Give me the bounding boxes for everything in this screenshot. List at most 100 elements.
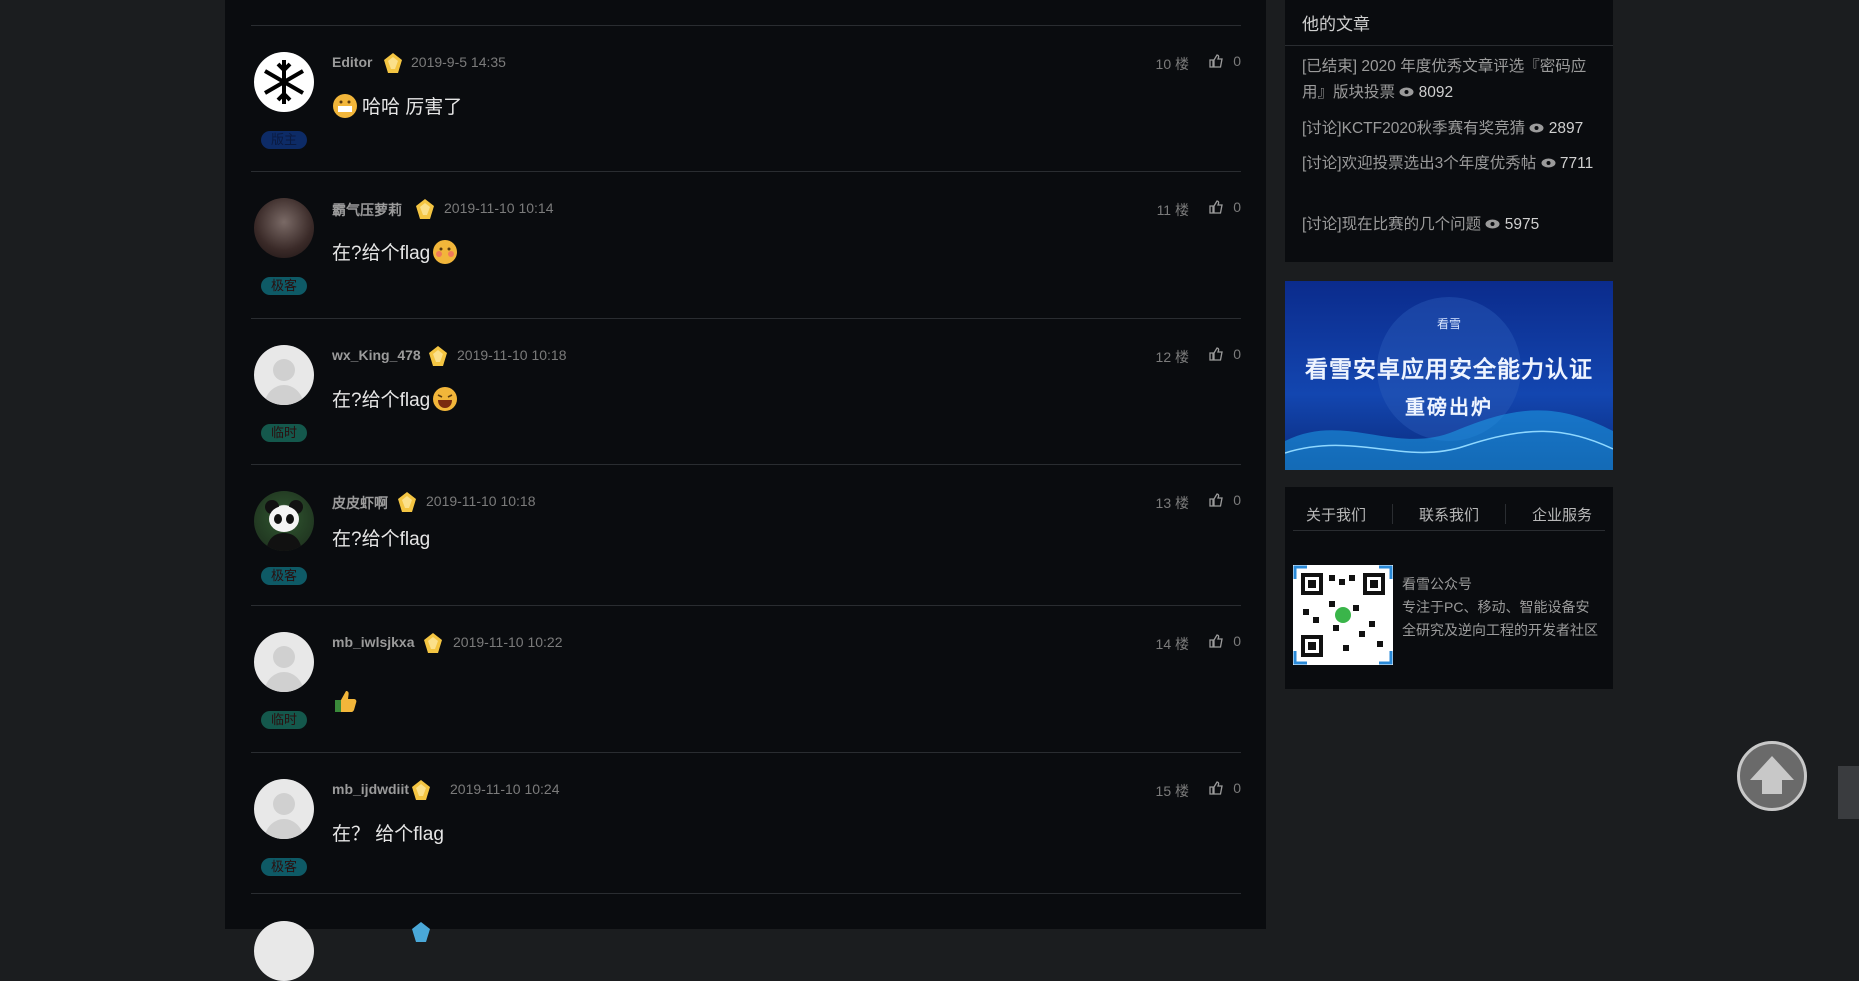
article-link[interactable]: [已结束] 2020 年度优秀文章评选『密码应用』版块投票 8092 xyxy=(1302,54,1602,106)
eye-icon xyxy=(1529,123,1544,133)
wechat-title: 看雪公众号 xyxy=(1402,576,1472,592)
post-item: 极客 霸气压萝莉 2019-11-10 10:14 11 楼 0 在?给个fla… xyxy=(251,171,1241,319)
username[interactable]: wx_King_478 xyxy=(332,347,421,363)
post-content xyxy=(332,688,358,714)
panda-avatar-icon xyxy=(265,500,303,551)
username[interactable]: Editor xyxy=(332,54,372,70)
post-date: 2019-11-10 10:14 xyxy=(444,200,554,216)
back-to-top-icon xyxy=(1750,756,1794,794)
eye-icon xyxy=(1399,87,1414,97)
author-articles-panel: 他的文章 [已结束] 2020 年度优秀文章评选『密码应用』版块投票 8092 … xyxy=(1285,0,1613,262)
like-button[interactable]: 0 xyxy=(1209,346,1241,362)
snowflake-logo-icon xyxy=(263,60,305,104)
thumbs-up-icon xyxy=(1209,781,1223,795)
footer-links: 关于我们 联系我们 企业服务 xyxy=(1293,498,1605,531)
qr-code xyxy=(1293,565,1393,665)
floor-number: 15 楼 xyxy=(1155,783,1189,799)
enterprise-service-link[interactable]: 企业服务 xyxy=(1532,504,1592,525)
post-item xyxy=(251,893,1241,981)
medal-icon xyxy=(424,633,442,653)
about-us-link[interactable]: 关于我们 xyxy=(1306,504,1366,525)
medal-icon xyxy=(398,492,416,512)
panel-title: 他的文章 xyxy=(1285,0,1613,46)
view-count: 5975 xyxy=(1504,216,1540,233)
avatar[interactable] xyxy=(254,921,314,981)
role-badge: 临时 xyxy=(261,711,307,729)
wechat-info: 看雪公众号 专注于PC、移动、智能设备安全研究及逆向工程的开发者社区 xyxy=(1402,573,1602,642)
wechat-description: 专注于PC、移动、智能设备安全研究及逆向工程的开发者社区 xyxy=(1402,599,1598,638)
username[interactable]: mb_iwlsjkxa xyxy=(332,634,415,650)
floor-number: 14 楼 xyxy=(1155,636,1189,652)
medal-icon xyxy=(416,199,434,219)
floor-number: 13 楼 xyxy=(1155,495,1189,511)
back-to-top-button[interactable] xyxy=(1737,741,1807,811)
view-count: 8092 xyxy=(1418,84,1454,101)
scrollbar-thumb[interactable] xyxy=(1838,766,1859,819)
like-button[interactable]: 0 xyxy=(1209,53,1241,69)
role-badge: 版主 xyxy=(261,131,307,149)
eye-icon xyxy=(1485,219,1500,229)
post-item: 版主 Editor 2019-9-5 14:35 10 楼 0 哈哈 厉害了 xyxy=(251,25,1241,172)
blush-emoji-icon xyxy=(433,239,458,264)
banner-logo: 看雪 xyxy=(1436,317,1461,331)
thumbs-up-emoji-icon xyxy=(335,691,357,712)
article-link[interactable]: [讨论]欢迎投票选出3个年度优秀帖 7711 xyxy=(1302,151,1602,177)
post-content: 在?给个flag xyxy=(332,524,430,551)
divider xyxy=(1391,504,1393,524)
thumbs-up-icon xyxy=(1209,634,1223,648)
medal-icon xyxy=(412,922,430,942)
avatar[interactable] xyxy=(254,779,314,839)
article-link[interactable]: [讨论]KCTF2020秋季赛有奖竞猜 2897 xyxy=(1302,116,1602,142)
like-button[interactable]: 0 xyxy=(1209,780,1241,796)
view-count: 2897 xyxy=(1548,120,1584,137)
thumbs-up-icon xyxy=(1209,347,1223,361)
promo-banner[interactable]: 看雪 看雪安卓应用安全能力认证 重磅出炉 xyxy=(1285,281,1613,470)
post-date: 2019-11-10 10:18 xyxy=(457,347,567,363)
avatar[interactable] xyxy=(254,632,314,692)
eye-icon xyxy=(1541,158,1556,168)
article-title: [讨论]现在比赛的几个问题 xyxy=(1302,216,1482,233)
like-button[interactable]: 0 xyxy=(1209,633,1241,649)
post-item: 临时 wx_King_478 2019-11-10 10:18 12 楼 0 在… xyxy=(251,318,1241,465)
site-info-panel: 关于我们 联系我们 企业服务 看雪公众号 专注于PC、移动、智能设备安全研究及逆… xyxy=(1285,487,1613,689)
avatar[interactable] xyxy=(254,198,314,258)
post-list: 版主 Editor 2019-9-5 14:35 10 楼 0 哈哈 厉害了 极… xyxy=(225,0,1266,981)
contact-us-link[interactable]: 联系我们 xyxy=(1419,504,1479,525)
post-text: 在？ 给个flag xyxy=(332,824,444,845)
floor-number: 12 楼 xyxy=(1155,349,1189,365)
username[interactable]: 霸气压萝莉 xyxy=(332,200,402,220)
article-link[interactable]: [讨论]现在比赛的几个问题 5975 xyxy=(1302,212,1602,238)
username[interactable]: 皮皮虾啊 xyxy=(332,493,388,513)
avatar[interactable] xyxy=(254,52,314,112)
post-date: 2019-9-5 14:35 xyxy=(411,54,506,70)
post-date: 2019-11-10 10:18 xyxy=(426,493,536,509)
like-count: 0 xyxy=(1233,53,1241,69)
view-count: 7711 xyxy=(1559,155,1594,172)
default-user-icon xyxy=(264,793,304,839)
username[interactable]: mb_ijdwdiit xyxy=(332,781,409,797)
like-button[interactable]: 0 xyxy=(1209,492,1241,508)
article-title: [讨论]KCTF2020秋季赛有奖竞猜 xyxy=(1302,120,1526,137)
article-title: [讨论]欢迎投票选出3个年度优秀帖 xyxy=(1302,155,1537,172)
banner-subheadline: 重磅出炉 xyxy=(1405,397,1493,419)
laugh-emoji-icon xyxy=(433,386,458,411)
post-content: 哈哈 厉害了 xyxy=(332,92,462,119)
medal-icon xyxy=(412,780,430,800)
post-date: 2019-11-10 10:24 xyxy=(450,781,560,797)
like-count: 0 xyxy=(1233,780,1241,796)
like-button[interactable]: 0 xyxy=(1209,199,1241,215)
role-badge: 极客 xyxy=(261,277,307,295)
post-text: 在?给个flag xyxy=(332,390,431,411)
floor-number: 11 楼 xyxy=(1156,202,1189,218)
default-user-icon xyxy=(264,359,304,405)
post-item: 极客 mb_ijdwdiit 2019-11-10 10:24 15 楼 0 在… xyxy=(251,752,1241,894)
qr-code-icon xyxy=(1293,565,1393,665)
thumbs-up-icon xyxy=(1209,54,1223,68)
role-badge: 极客 xyxy=(261,858,307,876)
post-content: 在？ 给个flag xyxy=(332,819,444,846)
like-count: 0 xyxy=(1233,492,1241,508)
post-text: 哈哈 厉害了 xyxy=(362,97,463,118)
avatar[interactable] xyxy=(254,345,314,405)
role-badge: 临时 xyxy=(261,424,307,442)
avatar[interactable] xyxy=(254,491,314,551)
